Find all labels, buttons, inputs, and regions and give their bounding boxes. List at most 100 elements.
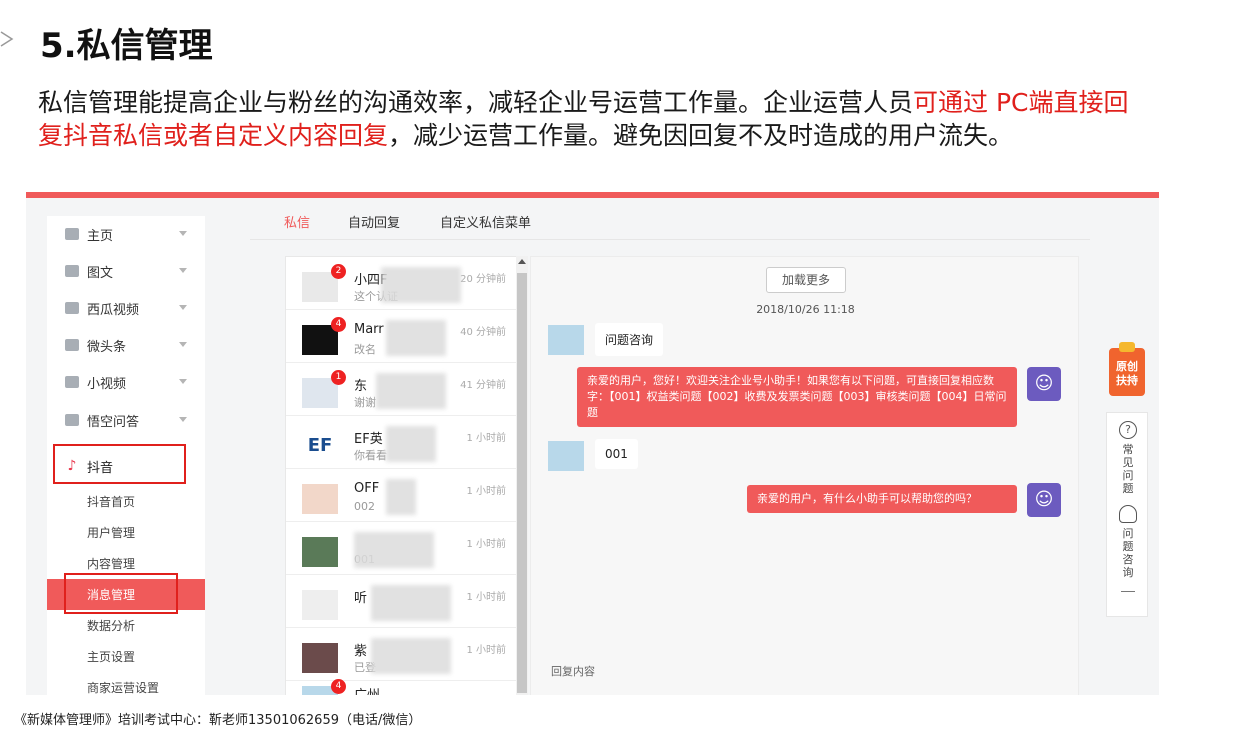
intro-text-1: 私信管理能提高企业与粉丝的沟通效率，减轻企业号运营工作量。企业运营人员 bbox=[38, 88, 914, 117]
chevron-down-icon bbox=[179, 417, 187, 422]
faq-button[interactable]: 常见问题 bbox=[1121, 443, 1135, 495]
sub-item-data-analysis[interactable]: 数据分析 bbox=[47, 610, 205, 641]
intro-text-2: ，减少运营工作量。避免因回复不及时造成的用户流失。 bbox=[388, 121, 1014, 150]
conversation-time: 1 小时前 bbox=[466, 645, 506, 656]
chevron-down-icon bbox=[179, 379, 187, 384]
list-item[interactable]: 1 东谢谢 41 分钟前 bbox=[286, 363, 516, 416]
sidebar-item-article[interactable]: 图文 bbox=[47, 253, 205, 289]
chat-timestamp: 2018/10/26 11:18 bbox=[756, 303, 855, 316]
chat-panel: 加载更多 2018/10/26 11:18 问题咨询 亲爱的用户，您好！欢迎关注… bbox=[530, 256, 1079, 695]
video-icon bbox=[65, 302, 79, 314]
conversation-name: 听 bbox=[354, 591, 368, 606]
list-item[interactable]: OFF 002 1 小时前 bbox=[286, 469, 516, 522]
chevron-down-icon bbox=[179, 231, 187, 236]
list-item[interactable]: 4 Marr 改名 40 分钟前 bbox=[286, 310, 516, 363]
sidebar-item-weitoutiao[interactable]: 微头条 bbox=[47, 327, 205, 363]
assistant-avatar-icon: ☺ bbox=[1027, 483, 1061, 517]
chevron-down-icon bbox=[179, 342, 187, 347]
list-item[interactable]: EF EF英 你看看 1 小时前 bbox=[286, 416, 516, 469]
conversation-name: Marr bbox=[354, 322, 384, 337]
conversation-time: 41 分钟前 bbox=[460, 380, 506, 391]
conversation-preview: 改名 bbox=[354, 343, 376, 356]
sub-item-user-manage[interactable]: 用户管理 bbox=[47, 517, 205, 548]
question-icon: ? bbox=[1119, 421, 1137, 439]
tiktok-icon bbox=[65, 376, 79, 388]
slide-title: 5.私信管理 bbox=[40, 26, 213, 66]
corner-arrow-icon bbox=[0, 31, 14, 47]
message-bubble-user: 问题咨询 bbox=[595, 323, 664, 356]
conversation-preview: 002 bbox=[354, 500, 375, 513]
chevron-down-icon bbox=[179, 268, 187, 273]
scroll-up-icon[interactable] bbox=[518, 259, 526, 264]
original-support-button[interactable]: 原创扶持 bbox=[1109, 342, 1145, 396]
back-to-top-icon[interactable] bbox=[1121, 591, 1135, 599]
sidebar-item-label: 西瓜视频 bbox=[87, 302, 140, 318]
chevron-down-icon bbox=[179, 305, 187, 310]
list-item[interactable]: 0011 小时前 bbox=[286, 522, 516, 575]
unread-badge: 2 bbox=[331, 264, 346, 279]
conversation-time: 40 分钟前 bbox=[460, 327, 506, 338]
crown-icon bbox=[1119, 342, 1135, 352]
avatar bbox=[302, 643, 338, 673]
chat-icon bbox=[65, 339, 79, 351]
sidebar-item-home[interactable]: 主页 bbox=[47, 216, 205, 252]
avatar bbox=[302, 484, 338, 514]
unread-badge: 4 bbox=[331, 679, 346, 694]
scrollbar-thumb[interactable] bbox=[517, 273, 527, 693]
avatar: EF bbox=[302, 431, 338, 461]
conversation-time: 1 小时前 bbox=[466, 433, 506, 444]
original-support-label: 原创扶持 bbox=[1116, 360, 1138, 387]
sidebar-item-wukong[interactable]: 悟空问答 bbox=[47, 402, 205, 438]
conversation-time: 20 分钟前 bbox=[460, 274, 506, 285]
load-more-button[interactable]: 加载更多 bbox=[766, 267, 846, 293]
sidebar-item-small-video[interactable]: 小视频 bbox=[47, 364, 205, 400]
message-bubble-user: 001 bbox=[595, 439, 638, 469]
sub-item-merchant-settings[interactable]: 商家运营设置 bbox=[47, 672, 205, 695]
article-icon bbox=[65, 265, 79, 277]
conversation-name: OFF bbox=[354, 481, 380, 496]
list-item[interactable]: 紫已登 1 小时前 bbox=[286, 628, 516, 681]
main-tabs: 私信 自动回复 自定义私信菜单 bbox=[250, 206, 1090, 240]
highlight-box-message bbox=[64, 573, 178, 614]
conversation-time: 1 小时前 bbox=[466, 592, 506, 603]
tab-private-message[interactable]: 私信 bbox=[284, 212, 310, 231]
home-icon bbox=[65, 228, 79, 240]
unread-badge: 4 bbox=[331, 317, 346, 332]
sidebar-item-label: 微头条 bbox=[87, 339, 127, 355]
conversation-preview: 谢谢 bbox=[354, 396, 376, 409]
list-item[interactable]: 4 广州 bbox=[286, 679, 516, 695]
avatar bbox=[302, 537, 338, 567]
blur-mask bbox=[354, 532, 434, 568]
sidebar-item-label: 图文 bbox=[87, 265, 114, 281]
avatar bbox=[302, 590, 338, 620]
headset-icon bbox=[1119, 505, 1137, 523]
consult-button[interactable]: 问题咨询 bbox=[1121, 527, 1135, 579]
reply-input[interactable]: 回复内容 bbox=[551, 663, 595, 679]
conversation-list: 2 小四F 这个认证 20 分钟前 4 Marr 改名 40 分钟前 1 东谢谢 41 分钟前 … bbox=[285, 256, 517, 695]
tab-auto-reply[interactable]: 自动回复 bbox=[348, 212, 400, 231]
list-item[interactable]: 2 小四F 这个认证 20 分钟前 bbox=[286, 257, 516, 310]
screenshot-panel: 主页 图文 西瓜视频 微头条 小视频 悟空问答 ♪ 抖音 抖音首页 用户管理 内容… bbox=[26, 192, 1159, 695]
blur-mask bbox=[371, 638, 451, 674]
blur-mask bbox=[386, 426, 436, 462]
assistant-avatar-icon: ☺ bbox=[1027, 367, 1061, 401]
footer-contact: 《新媒体管理师》培训考试中心：靳老师13501062659（电话/微信） bbox=[14, 713, 422, 728]
blur-mask bbox=[376, 373, 446, 409]
sidebar-item-label: 主页 bbox=[87, 228, 114, 244]
sidebar-item-label: 小视频 bbox=[87, 376, 127, 392]
tab-custom-menu[interactable]: 自定义私信菜单 bbox=[440, 212, 531, 231]
sub-item-douyin-home[interactable]: 抖音首页 bbox=[47, 486, 205, 517]
sub-item-homepage-settings[interactable]: 主页设置 bbox=[47, 641, 205, 672]
message-bubble-bot: 亲爱的用户，您好！欢迎关注企业号小助手！如果您有以下问题，可直接回复相应数字：【… bbox=[577, 367, 1017, 427]
qa-icon bbox=[65, 414, 79, 426]
avatar bbox=[548, 441, 584, 471]
avatar bbox=[548, 325, 584, 355]
conversation-time: 1 小时前 bbox=[466, 486, 506, 497]
conversation-name: 紫 bbox=[354, 644, 368, 659]
blur-mask bbox=[386, 479, 416, 515]
conversation-name: 东 bbox=[354, 379, 368, 394]
highlight-box-douyin bbox=[53, 444, 186, 484]
list-item[interactable]: 听 1 小时前 bbox=[286, 575, 516, 628]
sidebar-item-label: 悟空问答 bbox=[87, 414, 140, 430]
sidebar-item-xigua[interactable]: 西瓜视频 bbox=[47, 290, 205, 326]
